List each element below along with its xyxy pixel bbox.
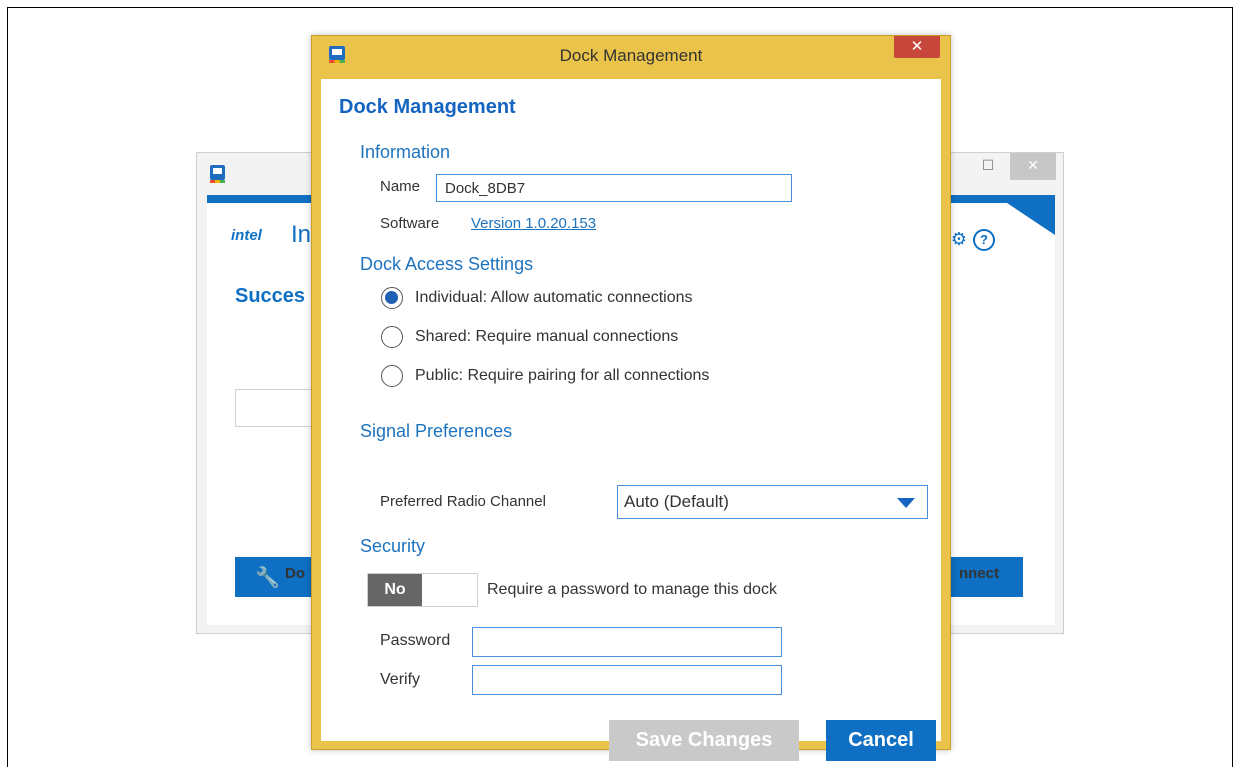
dialog-body: Dock Management Information Name Softwar… bbox=[321, 79, 941, 761]
decorative-stripe bbox=[995, 195, 1055, 235]
toggle-description: Require a password to manage this dock bbox=[487, 581, 777, 598]
verify-label: Verify bbox=[380, 671, 421, 688]
save-changes-button[interactable]: Save Changes bbox=[609, 720, 799, 761]
software-version-link[interactable]: Version 1.0.20.153 bbox=[471, 215, 596, 232]
software-label: Software bbox=[380, 215, 440, 232]
section-security: Security bbox=[360, 536, 426, 556]
radio-shared-label: Shared: Require manual connections bbox=[415, 328, 679, 345]
status-title: Succes bbox=[235, 285, 306, 307]
intel-logo: intel bbox=[231, 227, 262, 244]
radio-channel-select[interactable]: Auto (Default) bbox=[617, 485, 928, 519]
name-label: Name bbox=[380, 178, 421, 195]
radio-individual-label: Individual: Allow automatic connections bbox=[415, 289, 693, 306]
section-dock-access: Dock Access Settings bbox=[360, 254, 534, 274]
dialog-heading: Dock Management bbox=[339, 96, 516, 118]
maximize-icon[interactable]: ☐ bbox=[968, 153, 1008, 180]
gear-icon[interactable]: ⚙ bbox=[951, 229, 967, 250]
name-input[interactable] bbox=[436, 174, 792, 202]
chevron-down-icon bbox=[897, 498, 915, 508]
radio-channel-label: Preferred Radio Channel bbox=[380, 493, 546, 510]
close-icon[interactable]: ✕ bbox=[894, 36, 940, 58]
dock-management-button-label: Do bbox=[285, 565, 305, 582]
help-icon[interactable]: ? bbox=[973, 229, 995, 251]
app-name: In bbox=[291, 221, 312, 248]
radio-public-label: Public: Require pairing for all connecti… bbox=[415, 367, 710, 384]
radio-channel-value: Auto (Default) bbox=[624, 492, 729, 511]
toggle-state: No bbox=[368, 574, 422, 606]
connect-button-label: nnect bbox=[958, 565, 999, 582]
dialog-title: Dock Management bbox=[559, 46, 703, 65]
close-icon[interactable]: ✕ bbox=[1010, 153, 1056, 180]
dock-management-dialog: Dock Management ✕ Dock Management Inform… bbox=[311, 35, 951, 761]
password-label: Password bbox=[380, 632, 451, 649]
section-information: Information bbox=[360, 142, 451, 162]
section-signal-preferences: Signal Preferences bbox=[360, 421, 513, 441]
radio-public[interactable] bbox=[381, 365, 403, 387]
radio-shared[interactable] bbox=[381, 326, 403, 348]
password-toggle[interactable]: No bbox=[367, 573, 478, 607]
wrench-icon: 🔧 bbox=[255, 567, 280, 589]
background-input[interactable] bbox=[235, 389, 312, 427]
password-field[interactable] bbox=[472, 627, 782, 657]
cancel-button[interactable]: Cancel bbox=[826, 720, 936, 761]
verify-field[interactable] bbox=[472, 665, 782, 695]
app-icon bbox=[210, 165, 225, 183]
radio-individual[interactable] bbox=[381, 287, 403, 309]
